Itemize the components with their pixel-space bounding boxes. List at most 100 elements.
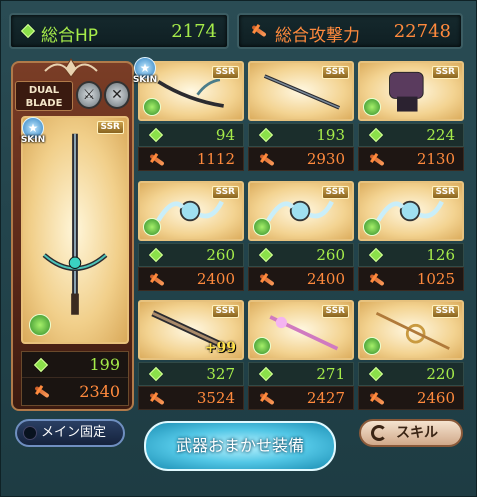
weapon-type-badge: DUAL BLADE <box>15 81 73 111</box>
weapon-hp-row: 271 <box>248 362 354 386</box>
weapon-card[interactable]: SSR <box>358 300 464 360</box>
main-skin-label: SKIN <box>20 135 46 145</box>
weapon-hp-value: 260 <box>206 246 235 264</box>
weapon-cell[interactable]: SSR 260 2400 <box>138 181 244 292</box>
weapon-atk-value: 2930 <box>306 150 345 168</box>
weapon-atk-value: 2130 <box>416 150 455 168</box>
atk-sword-icon <box>34 385 50 399</box>
weapon-rarity: SSR <box>431 186 459 199</box>
main-weapon-rarity: SSR <box>96 121 124 134</box>
weapon-cell[interactable]: SSR 224 2130 <box>358 61 464 172</box>
weapon-atk-row: 1025 <box>358 267 464 291</box>
lock-main-button[interactable]: メイン固定 <box>15 419 125 447</box>
lock-main-label: メイン固定 <box>41 425 107 440</box>
weapon-hp-row: 220 <box>358 362 464 386</box>
weapon-card[interactable]: SSR <box>248 300 354 360</box>
weapon-cell[interactable]: SSR 271 2427 <box>248 300 354 411</box>
weapon-card[interactable]: SSR <box>358 181 464 241</box>
weapon-card[interactable]: SSR <box>248 181 354 241</box>
wind-element-icon <box>363 337 381 355</box>
weapon-atk-row: 2400 <box>248 267 354 291</box>
grid-skin-badge: ★ SKIN <box>131 57 159 87</box>
weapon-cell[interactable]: SSR 193 2930 <box>248 61 354 172</box>
hp-gem-icon <box>368 247 384 263</box>
atk-sword-icon <box>369 273 385 287</box>
sword-type-icon: ✕ <box>104 81 130 109</box>
weapon-atk-row: 2130 <box>358 147 464 171</box>
weapon-hp-value: 94 <box>215 126 235 144</box>
weapon-cell[interactable]: SSR 220 2460 <box>358 300 464 411</box>
total-atk-label: 総合攻撃力 <box>275 26 360 46</box>
lock-toggle-icon <box>23 426 37 440</box>
weapon-atk-row: 3524 <box>138 386 244 410</box>
hp-gem-icon <box>258 247 274 263</box>
weapon-atk-value: 1112 <box>196 150 235 168</box>
weapon-rarity: SSR <box>431 305 459 318</box>
atk-sword-icon <box>251 24 267 38</box>
main-weapon-sword-icon <box>42 133 108 315</box>
main-atk-row: 2340 <box>22 379 128 405</box>
weapon-hp-row: 260 <box>138 243 244 267</box>
refresh-icon <box>371 425 387 441</box>
atk-sword-icon <box>259 153 275 167</box>
atk-sword-icon <box>259 392 275 406</box>
weapon-atk-value: 3524 <box>196 389 235 407</box>
weapon-rarity: SSR <box>211 66 239 79</box>
skill-button[interactable]: スキル <box>359 419 463 447</box>
skill-label: スキル <box>396 425 438 441</box>
atk-sword-icon <box>149 153 165 167</box>
weapon-hp-row: 224 <box>358 123 464 147</box>
dagger-type-icon: ⚔ <box>76 81 102 109</box>
weapon-hp-value: 224 <box>426 126 455 144</box>
weapon-atk-value: 2460 <box>416 389 455 407</box>
hp-gem-icon <box>258 366 274 382</box>
weapon-card[interactable]: SSR <box>358 61 464 121</box>
weapon-hp-row: 327 <box>138 362 244 386</box>
weapon-rarity: SSR <box>321 186 349 199</box>
weapon-atk-value: 2400 <box>196 270 235 288</box>
weapon-rarity: SSR <box>211 305 239 318</box>
total-hp-bar: 総合HP 2174 <box>9 13 229 49</box>
weapon-cell[interactable]: SSR +99 327 3524 <box>138 300 244 411</box>
weapon-atk-row: 2400 <box>138 267 244 291</box>
weapon-card[interactable]: SSR <box>248 61 354 121</box>
weapon-atk-row: 2930 <box>248 147 354 171</box>
ornament-crest-icon <box>44 58 98 78</box>
weapon-hp-value: 193 <box>316 126 345 144</box>
weapon-atk-row: 2460 <box>358 386 464 410</box>
weapon-atk-value: 1025 <box>416 270 455 288</box>
weapon-hp-row: 193 <box>248 123 354 147</box>
weapon-card[interactable]: SSR +99 <box>138 300 244 360</box>
main-weapon-card[interactable]: SSR <box>21 116 129 344</box>
main-skin-badge: ★ SKIN <box>19 117 47 147</box>
weapon-card[interactable]: SSR <box>138 181 244 241</box>
weapon-hp-value: 126 <box>426 246 455 264</box>
weapon-cell[interactable]: SSR 126 1025 <box>358 181 464 292</box>
weapon-rarity: SSR <box>321 66 349 79</box>
weapon-atk-value: 2427 <box>306 389 345 407</box>
weapon-atk-row: 1112 <box>138 147 244 171</box>
hp-gem-icon <box>148 127 164 143</box>
weapon-hp-value: 260 <box>316 246 345 264</box>
weapon-cell[interactable]: SSR 260 2400 <box>248 181 354 292</box>
wind-element-icon <box>253 218 271 236</box>
hp-gem-icon <box>148 366 164 382</box>
wind-element-icon <box>363 98 381 116</box>
auto-equip-button[interactable]: 武器おまかせ装備 <box>144 421 336 471</box>
hp-gem-icon <box>20 23 36 39</box>
grid-skin-label: SKIN <box>132 75 158 85</box>
hp-gem-icon <box>368 127 384 143</box>
wind-element-icon <box>143 218 161 236</box>
wind-element-icon <box>253 337 271 355</box>
weapon-hp-value: 327 <box>206 365 235 383</box>
weapon-atk-value: 2400 <box>306 270 345 288</box>
weapon-type-line1: DUAL <box>28 85 60 96</box>
main-weapon-stats: 199 2340 <box>21 351 129 406</box>
atk-sword-icon <box>149 392 165 406</box>
total-hp-label: 総合HP <box>41 26 99 46</box>
weapon-rarity: SSR <box>321 305 349 318</box>
total-hp-value: 2174 <box>171 21 217 42</box>
hp-gem-icon <box>33 357 49 373</box>
weapon-type-line2: BLADE <box>25 98 63 109</box>
wind-element-icon <box>363 218 381 236</box>
